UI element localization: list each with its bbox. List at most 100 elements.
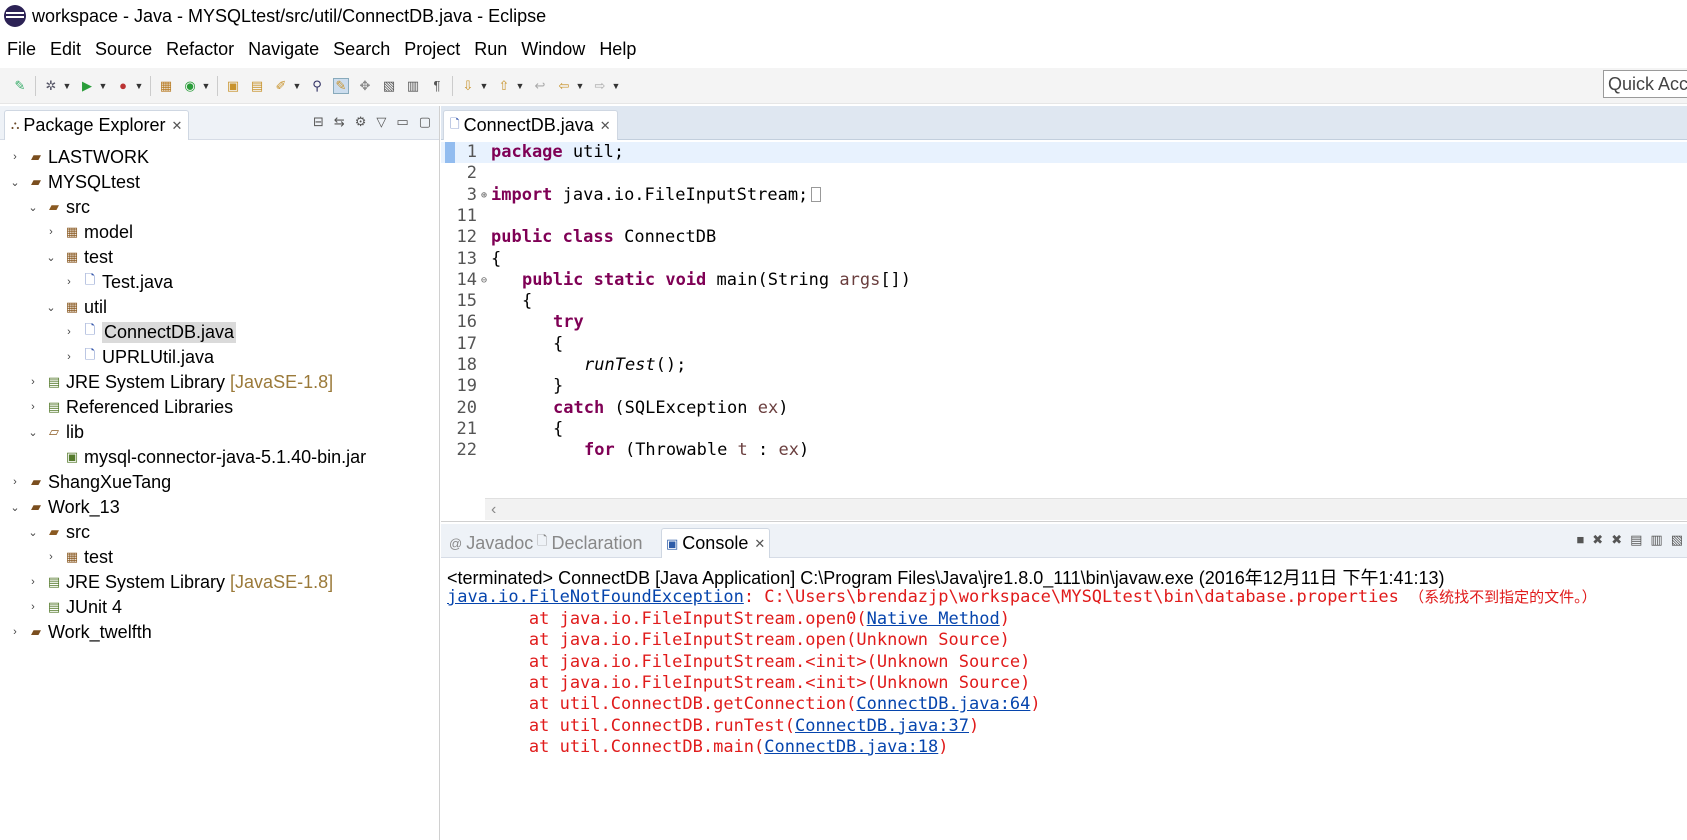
menu-help[interactable]: Help (592, 39, 643, 60)
chevron-down-icon[interactable]: ▼ (612, 78, 621, 94)
chevron-down-icon[interactable]: ⌄ (26, 526, 40, 539)
chevron-right-icon[interactable]: › (44, 551, 58, 563)
code-line[interactable]: 15 { (441, 291, 1687, 312)
trace-link[interactable]: Native Method (867, 609, 1000, 629)
tab-console[interactable]: ▣ Console ✕ (661, 528, 771, 558)
code-line[interactable]: 1 package util; (441, 142, 1687, 163)
collapse-all-icon[interactable]: ⊟ (313, 114, 324, 130)
chevron-right-icon[interactable]: › (26, 376, 40, 388)
word-wrap-icon[interactable]: ▧ (381, 78, 397, 94)
expand-icon[interactable]: ⊕ (481, 185, 491, 206)
view-menu-icon[interactable]: ▽ (376, 114, 386, 130)
chevron-down-icon[interactable]: ▼ (63, 78, 72, 94)
chevron-down-icon[interactable]: ▼ (293, 78, 302, 94)
tree-item[interactable]: ⌄ ▰ Work_13 (8, 494, 119, 520)
word-wrap-icon[interactable]: ▧ (1671, 532, 1683, 548)
link-with-editor-icon[interactable]: ⇆ (334, 114, 345, 130)
code-line[interactable]: 22 for (Throwable t : ex) (441, 440, 1687, 461)
tree-item[interactable]: › 🗋 UPRLUtil.java (62, 344, 214, 370)
chevron-right-icon[interactable]: › (62, 351, 76, 363)
chevron-down-icon[interactable]: ▼ (516, 78, 525, 94)
code-line[interactable]: 19} (441, 376, 1687, 397)
menu-window[interactable]: Window (514, 39, 592, 60)
tree-item[interactable]: ⌄ ▰ MYSQLtest (8, 169, 140, 195)
tree-item[interactable]: ⌄ ▰ src (26, 194, 90, 220)
tree-item[interactable]: › ▦ test (44, 544, 113, 570)
menu-edit[interactable]: Edit (43, 39, 88, 60)
chevron-down-icon[interactable]: ⌄ (8, 176, 22, 189)
close-icon[interactable]: ✕ (754, 536, 765, 552)
trace-link[interactable]: ConnectDB.java:18 (764, 737, 938, 757)
tree-item[interactable]: › ▤ JUnit 4 (26, 594, 122, 620)
menu-navigate[interactable]: Navigate (241, 39, 326, 60)
code-line[interactable]: 11 (441, 206, 1687, 227)
external-tools-icon[interactable]: ● (115, 78, 131, 94)
tree-item[interactable]: › ▰ ShangXueTang (8, 469, 171, 495)
minimize-icon[interactable]: ▭ (396, 114, 408, 130)
close-icon[interactable]: ✕ (600, 118, 611, 134)
tab-package-explorer[interactable]: ⛬ Package Explorer ✕ (4, 110, 190, 140)
chevron-down-icon[interactable]: ⌄ (26, 201, 40, 214)
back-icon[interactable]: ⇦ (556, 78, 572, 94)
code-line[interactable]: 21 { (441, 419, 1687, 440)
tree-item[interactable]: › 🗋 ConnectDB.java (62, 319, 237, 345)
chevron-right-icon[interactable]: › (26, 576, 40, 588)
chevron-right-icon[interactable]: › (62, 276, 76, 288)
show-whitespace-icon[interactable]: ¶ (429, 78, 445, 94)
menu-search[interactable]: Search (326, 39, 397, 60)
code-line[interactable]: 20 catch (SQLException ex) (441, 398, 1687, 419)
search-icon[interactable]: ⚲ (309, 78, 325, 94)
trace-link[interactable]: ConnectDB.java:64 (856, 694, 1030, 714)
tree-item[interactable]: › ▤ Referenced Libraries (26, 394, 233, 420)
tree-item[interactable]: ⌄ ▦ util (44, 294, 107, 320)
menu-file[interactable]: File (0, 39, 43, 60)
tree-item[interactable]: › ▤ JRE System Library [JavaSE-1.8] (26, 369, 333, 395)
new-java-class-icon[interactable]: ◉ (182, 78, 198, 94)
code-line[interactable]: 2 (441, 163, 1687, 184)
code-line[interactable]: 13 { (441, 249, 1687, 270)
tree-item[interactable]: › ▤ JRE System Library [JavaSE-1.8] (26, 569, 333, 595)
chevron-down-icon[interactable]: ⌄ (44, 251, 58, 264)
chevron-right-icon[interactable]: › (44, 226, 58, 238)
chevron-right-icon[interactable]: › (26, 401, 40, 413)
remove-all-terminated-icon[interactable]: ✖ (1611, 532, 1622, 548)
code-editor[interactable]: 1 package util; 2 3 ⊕ import java.io.FileInpu… (441, 142, 1687, 498)
quick-access-input[interactable]: Quick Access (1603, 70, 1687, 98)
code-line[interactable]: 3 ⊕ import java.io.FileInputStream; (441, 185, 1687, 206)
code-line[interactable]: 18 runTest(); (441, 355, 1687, 376)
tree-item[interactable]: › ▦ model (44, 219, 133, 245)
maximize-icon[interactable]: ▢ (419, 114, 431, 130)
forward-icon[interactable]: ⇨ (592, 78, 608, 94)
toggle-breadcrumb-icon[interactable]: ✥ (357, 78, 373, 94)
code-line[interactable]: 14 ⊖ public static void main(String args[]… (441, 270, 1687, 291)
tree-item[interactable]: › ▰ LASTWORK (8, 144, 149, 170)
open-task-icon[interactable]: ✐ (273, 78, 289, 94)
tree-item[interactable]: › ▰ Work_twelfth (8, 619, 152, 645)
open-folder-icon[interactable]: ▤ (249, 78, 265, 94)
code-line[interactable]: 17 { (441, 334, 1687, 355)
previous-annotation-icon[interactable]: ⇧ (496, 78, 512, 94)
chevron-right-icon[interactable]: › (62, 326, 76, 338)
chevron-down-icon[interactable]: ⌄ (44, 301, 58, 314)
horizontal-scrollbar[interactable]: ‹ (485, 498, 1687, 520)
menu-project[interactable]: Project (397, 39, 467, 60)
chevron-down-icon[interactable]: ▼ (135, 78, 144, 94)
debug-icon[interactable]: ✲ (43, 78, 59, 94)
chevron-down-icon[interactable]: ⌄ (26, 426, 40, 439)
tree-item[interactable]: ⌄ ▱ lib (26, 419, 84, 445)
open-type-icon[interactable]: ▣ (225, 78, 241, 94)
chevron-down-icon[interactable]: ⌄ (8, 501, 22, 514)
chevron-down-icon[interactable]: ▼ (99, 78, 108, 94)
pin-icon[interactable]: ✎ (12, 78, 28, 94)
chevron-down-icon[interactable]: ▼ (480, 78, 489, 94)
mark-occurrences-icon[interactable]: ✎ (333, 77, 349, 94)
close-icon[interactable]: ✕ (171, 118, 182, 134)
tab-declaration[interactable]: 🗋 Declaration (533, 528, 647, 558)
terminate-icon[interactable]: ■ (1576, 532, 1584, 548)
tree-item[interactable]: ▣ mysql-connector-java-5.1.40-bin.jar (44, 444, 366, 470)
chevron-down-icon[interactable]: ▼ (576, 78, 585, 94)
tab-javadoc[interactable]: @ Javadoc (445, 528, 537, 558)
chevron-down-icon[interactable]: ▼ (202, 78, 211, 94)
last-edit-location-icon[interactable]: ↩ (532, 78, 548, 94)
folded-import-box[interactable] (811, 187, 822, 203)
